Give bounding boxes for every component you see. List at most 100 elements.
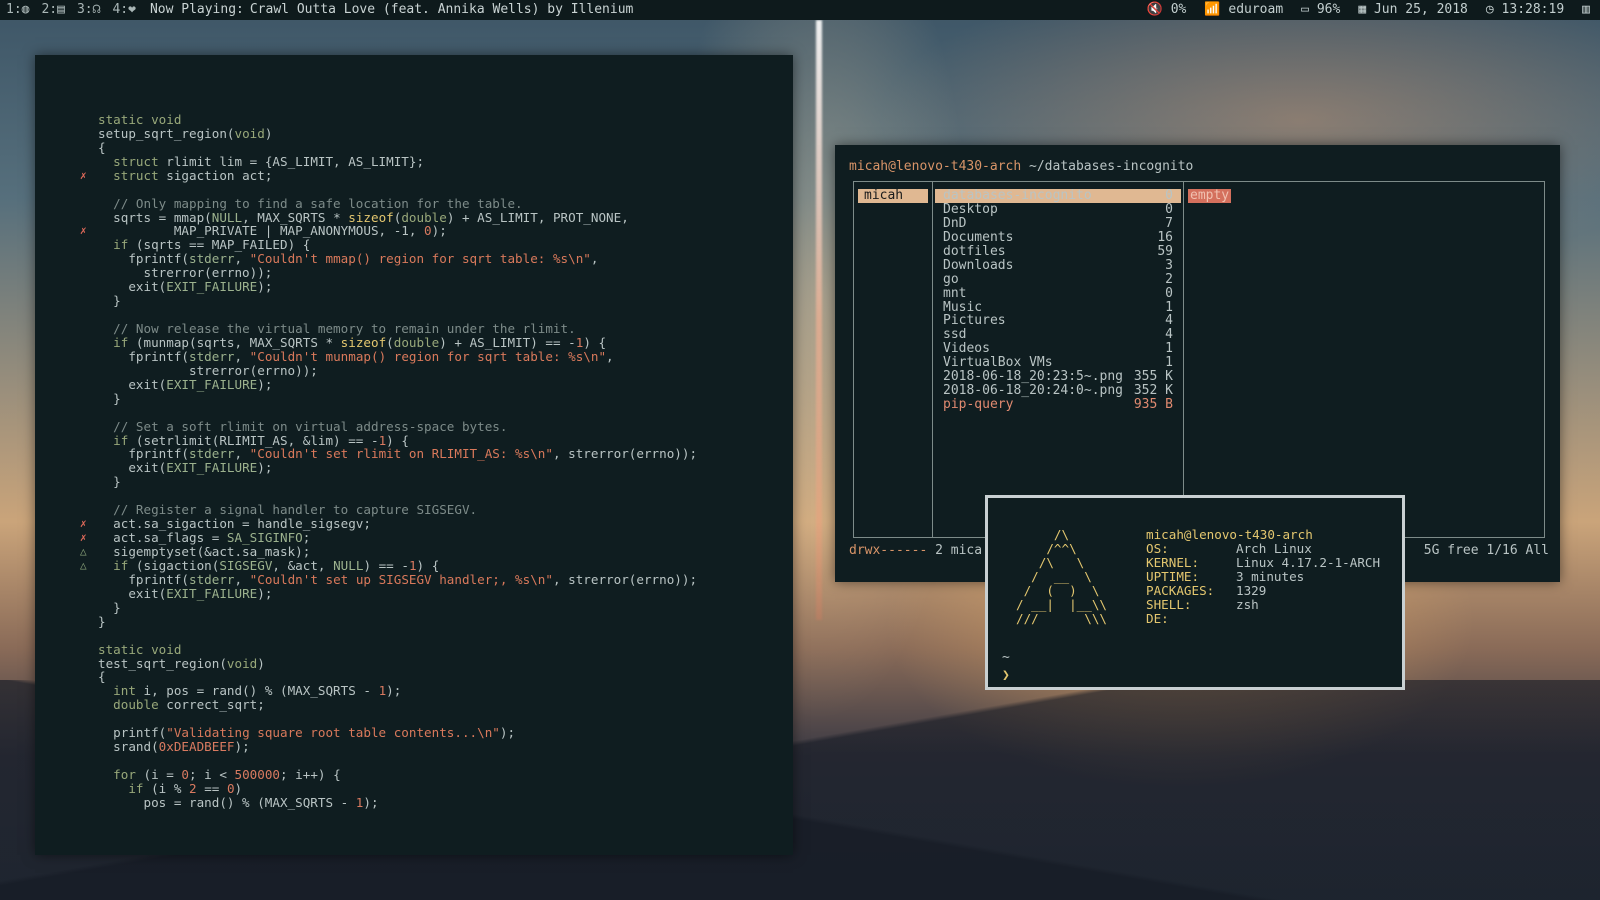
file-entry-size: 352 K: [1133, 383, 1173, 399]
code-line[interactable]: }: [35, 294, 793, 308]
status-right: 🔇 0% 📶 eduroam ▭ 96% ▦ Jun 25, 2018 ◷ 13…: [1147, 0, 1600, 20]
file-entry[interactable]: 2018-06-18_20:23:5~.png 355 K: [935, 370, 1181, 384]
code-line[interactable]: }: [35, 600, 793, 615]
workspace-1[interactable]: 1:◍: [0, 0, 35, 20]
code-text: strerror(errno));: [98, 265, 273, 281]
file-entry[interactable]: DnD 7: [935, 215, 1181, 231]
code-line[interactable]: setup_sqrt_region(void): [35, 126, 793, 141]
code-line[interactable]: // Now release the virtual memory to rem…: [35, 322, 793, 336]
menu-icon[interactable]: ▥: [1582, 0, 1590, 20]
code-text: struct rlimit lim = {AS_LIMIT, AS_LIMIT}…: [113, 153, 425, 169]
code-line[interactable]: if (munmap(sqrts, MAX_SQRTS * sizeof(dou…: [35, 335, 793, 350]
code-line[interactable]: struct rlimit lim = {AS_LIMIT, AS_LIMIT}…: [35, 153, 793, 169]
file-entry-size: 355 K: [1133, 369, 1173, 385]
file-entry[interactable]: ssd 4: [935, 328, 1181, 342]
file-entry[interactable]: Documents 16: [935, 230, 1181, 245]
code-line[interactable]: strerror(errno));: [35, 266, 793, 280]
neofetch-terminal-window[interactable]: /\ /^^\ /\ \ / __ \ / ( ) \ / __| |__\\ …: [985, 495, 1405, 690]
code-text: if (i % 2 == 0): [128, 780, 243, 796]
system-info-row: SHELL: zsh: [1146, 597, 1380, 612]
code-line[interactable]: pos = rand() % (MAX_SQRTS - 1);: [35, 795, 793, 810]
code-line[interactable]: △ sigemptyset(&act.sa_mask);: [35, 545, 793, 559]
code-line[interactable]: int i, pos = rand() % (MAX_SQRTS - 1);: [35, 684, 793, 698]
code-buffer[interactable]: static void setup_sqrt_region(void){ stru…: [35, 99, 793, 810]
file-entry[interactable]: Pictures 4: [935, 314, 1181, 328]
file-entry[interactable]: dotfiles 59: [935, 243, 1181, 259]
system-info-key: UPTIME:: [1146, 568, 1200, 584]
code-line[interactable]: exit(EXIT_FAILURE);: [35, 377, 793, 392]
code-line[interactable]: ✗ MAP_PRIVATE | MAP_ANONYMOUS, -1, 0);: [35, 224, 793, 238]
code-line[interactable]: double correct_sqrt;: [35, 698, 793, 712]
workspace-2[interactable]: 2:▤: [35, 0, 70, 20]
file-entry[interactable]: Desktop 0: [935, 202, 1181, 217]
code-line[interactable]: exit(EXIT_FAILURE);: [35, 461, 793, 475]
workspace-3[interactable]: 3:☊: [71, 0, 106, 20]
current-path: ~/databases-incognito: [1021, 159, 1194, 174]
code-line[interactable]: if (setrlimit(RLIMIT_AS, &lim) == -1) {: [35, 433, 793, 448]
code-line[interactable]: ✗ act.sa_sigaction = handle_sigsegv;: [35, 517, 793, 531]
code-line[interactable]: // Register a signal handler to capture …: [35, 503, 793, 517]
code-line[interactable]: }: [35, 614, 793, 629]
code-line[interactable]: printf("Validating square root table con…: [35, 726, 793, 740]
file-entry[interactable]: Videos 1: [935, 342, 1181, 356]
code-line[interactable]: if (sqrts == MAP_FAILED) {: [35, 238, 793, 252]
code-line[interactable]: [35, 489, 793, 503]
code-line[interactable]: static void: [35, 642, 793, 657]
code-line[interactable]: }: [35, 475, 793, 489]
code-line[interactable]: static void: [35, 112, 793, 127]
code-line[interactable]: sqrts = mmap(NULL, MAX_SQRTS * sizeof(do…: [35, 210, 793, 225]
file-entry[interactable]: Downloads 3: [935, 258, 1181, 273]
code-line[interactable]: test_sqrt_region(void): [35, 656, 793, 671]
wifi-indicator[interactable]: 📶 eduroam: [1204, 0, 1283, 20]
code-line[interactable]: ✗ act.sa_flags = SA_SIGINFO;: [35, 531, 793, 545]
code-line[interactable]: exit(EXIT_FAILURE);: [35, 280, 793, 294]
file-entry[interactable]: go 2: [935, 271, 1181, 287]
preview-column: empty: [1184, 182, 1544, 537]
code-line[interactable]: fprintf(stderr, "Couldn't set up SIGSEGV…: [35, 572, 793, 587]
code-line[interactable]: [35, 183, 793, 197]
code-line[interactable]: △ if (sigaction(SIGSEGV, &act, NULL) == …: [35, 558, 793, 573]
system-info-value: Arch Linux: [1236, 540, 1312, 556]
file-entry[interactable]: Music 1: [935, 300, 1181, 315]
code-line[interactable]: fprintf(stderr, "Couldn't mmap() region …: [35, 252, 793, 266]
code-line[interactable]: srand(0xDEADBEEF);: [35, 740, 793, 754]
error-marker-icon: ✗: [80, 517, 87, 531]
file-entry-name: dotfiles: [943, 243, 1006, 259]
file-entry[interactable]: databases-incognito 0: [935, 189, 1181, 203]
code-line[interactable]: for (i = 0; i < 500000; i++) {: [35, 768, 793, 782]
file-entry[interactable]: VirtualBox VMs 1: [935, 356, 1181, 370]
code-line[interactable]: if (i % 2 == 0): [35, 780, 793, 796]
file-entry[interactable]: 2018-06-18_20:24:0~.png 352 K: [935, 384, 1181, 398]
workspace-4[interactable]: 4:❤: [106, 0, 141, 20]
code-line[interactable]: strerror(errno));: [35, 363, 793, 378]
file-entry[interactable]: pip-query 935 B: [935, 398, 1181, 412]
code-text: {: [98, 139, 106, 155]
code-text: act.sa_flags = SA_SIGINFO;: [98, 530, 311, 546]
code-line[interactable]: fprintf(stderr, "Couldn't munmap() regio…: [35, 349, 793, 364]
parent-item[interactable]: micah: [858, 189, 928, 203]
preview-empty-badge: empty: [1188, 188, 1232, 203]
code-line[interactable]: exit(EXIT_FAILURE);: [35, 586, 793, 601]
code-line[interactable]: [35, 99, 793, 113]
file-entry-size: 7: [1165, 215, 1173, 231]
now-playing-track[interactable]: Crawl Outta Love (feat. Annika Wells) by…: [250, 0, 634, 20]
code-line[interactable]: // Only mapping to find a safe location …: [35, 196, 793, 211]
code-line[interactable]: [35, 406, 793, 420]
code-line[interactable]: fprintf(stderr, "Couldn't set rlimit on …: [35, 447, 793, 461]
code-line[interactable]: [35, 629, 793, 643]
prompt-symbol[interactable]: ❯: [1002, 668, 1010, 683]
code-line[interactable]: // Set a soft rlimit on virtual address-…: [35, 419, 793, 434]
code-editor-window[interactable]: static void setup_sqrt_region(void){ stru…: [35, 55, 793, 855]
system-info-row: DE:: [1146, 611, 1380, 626]
file-entry-size: 2: [1165, 271, 1173, 287]
code-line[interactable]: }: [35, 391, 793, 406]
permissions: drwx------: [849, 543, 928, 558]
code-line[interactable]: ✗ struct sigaction act;: [35, 168, 793, 183]
code-line[interactable]: {: [35, 670, 793, 684]
code-line[interactable]: [35, 308, 793, 322]
code-line[interactable]: {: [35, 139, 793, 155]
volume-indicator[interactable]: 🔇 0%: [1147, 0, 1187, 20]
code-line[interactable]: [35, 754, 793, 768]
code-line[interactable]: [35, 712, 793, 726]
file-entry[interactable]: mnt 0: [935, 286, 1181, 301]
